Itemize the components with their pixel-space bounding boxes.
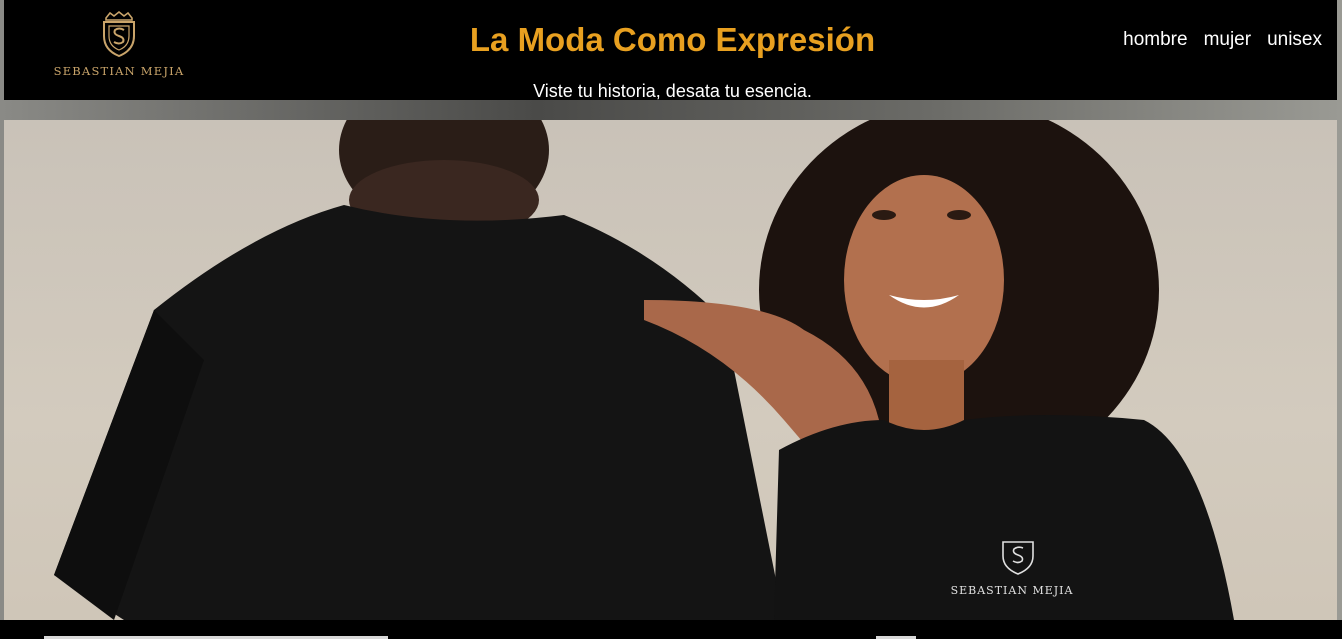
hero-photo-illustration: SEBASTIAN MEJIA	[54, 120, 1234, 620]
hero-image: SEBASTIAN MEJIA	[4, 120, 1337, 620]
shirt-logo-text: SEBASTIAN MEJIA	[951, 584, 1074, 597]
nav-link-mujer[interactable]: mujer	[1204, 29, 1252, 51]
nav-link-hombre[interactable]: hombre	[1123, 29, 1187, 51]
page-title-text: La Moda Como Expresión	[469, 21, 876, 58]
woman-neck	[889, 360, 964, 430]
site-header: SEBASTIAN MEJIA La Moda Como Expresión h…	[4, 0, 1337, 102]
woman-eye-right	[947, 210, 971, 220]
main-nav: hombre mujer unisex	[1123, 29, 1322, 51]
nav-link-unisex[interactable]: unisex	[1267, 29, 1322, 51]
tagline-text: Viste tu historia, desata tu esencia.	[533, 81, 812, 101]
tagline: Viste tu historia, desata tu esencia.	[4, 80, 1337, 102]
brand-name: SEBASTIAN MEJIA	[53, 64, 185, 78]
woman-eye-left	[872, 210, 896, 220]
woman-face	[844, 175, 1004, 385]
